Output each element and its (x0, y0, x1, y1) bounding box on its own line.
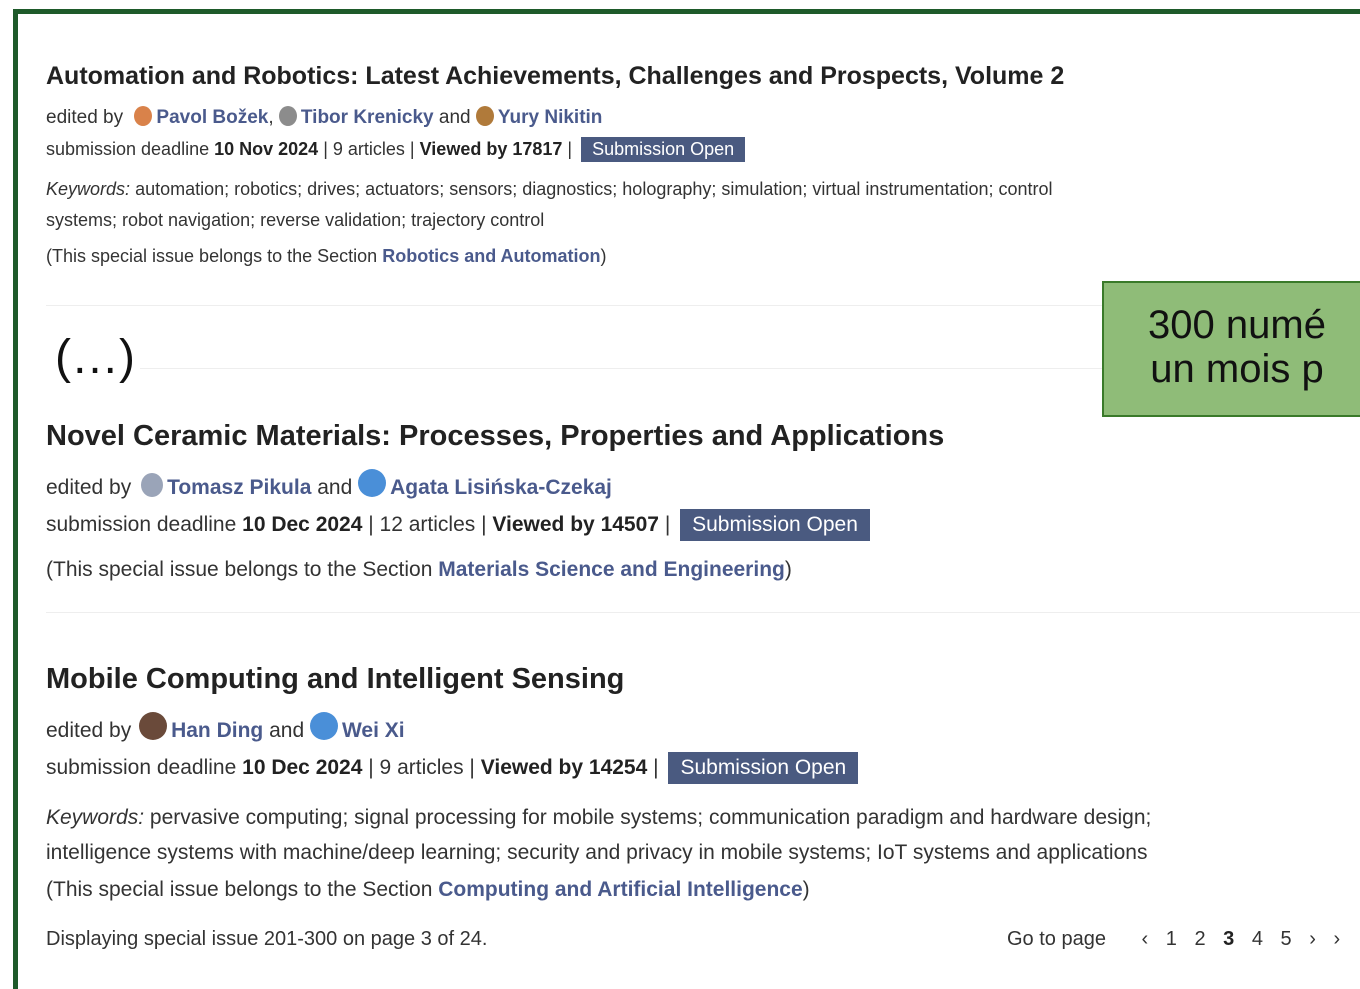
section-suffix: ) (784, 558, 792, 581)
issue-title[interactable]: Automation and Robotics: Latest Achievem… (46, 62, 1286, 91)
issue-title[interactable]: Novel Ceramic Materials: Processes, Prop… (46, 420, 1146, 453)
deadline-value: 10 Dec 2024 (242, 513, 363, 536)
edited-by-label: edited by (46, 107, 124, 128)
deadline-label: submission deadline (46, 756, 237, 779)
keywords: Keywords: pervasive computing; signal pr… (46, 800, 1336, 870)
separator: , (268, 107, 274, 128)
editor-avatar (141, 473, 164, 497)
page-link[interactable]: 2 (1194, 928, 1205, 950)
view-count: Viewed by 14507 (492, 513, 659, 536)
last-page-icon[interactable]: › (1333, 928, 1340, 950)
pagination: Go to page ‹ 1 2 3 4 5 › › (1007, 928, 1352, 951)
ellipsis-marker: (…) (55, 331, 135, 384)
edited-by-label: edited by (46, 719, 132, 742)
special-issue-2: Novel Ceramic Materials: Processes, Prop… (46, 420, 1146, 582)
divider (46, 612, 1360, 613)
separator: | (664, 513, 671, 536)
submission-open-badge[interactable]: Submission Open (581, 137, 746, 162)
deadline-label: submission deadline (46, 513, 237, 536)
article-count: | 12 articles | (368, 513, 487, 536)
editors-line: edited by Han Ding and Wei Xi (46, 712, 1336, 743)
callout-text: un mois p (1150, 347, 1324, 391)
editor-link[interactable]: Pavol Božek (156, 107, 268, 128)
keywords-text: automation; robotics; drives; actuators;… (135, 179, 1053, 199)
page-link[interactable]: 5 (1281, 928, 1292, 950)
submission-line: submission deadline 10 Nov 2024 | 9 arti… (46, 137, 1286, 162)
keywords: Keywords: automation; robotics; drives; … (46, 174, 1286, 236)
editor-link[interactable]: Wei Xi (342, 719, 405, 742)
edited-by-label: edited by (46, 476, 132, 499)
article-count: | 9 articles | (368, 756, 475, 779)
deadline-value: 10 Dec 2024 (242, 756, 363, 779)
section-link[interactable]: Robotics and Automation (382, 246, 600, 266)
go-to-page-label: Go to page (1007, 928, 1106, 950)
callout-text: 300 numé (1148, 303, 1326, 347)
editors-line: edited by Tomasz Pikula and Agata Lisińs… (46, 469, 1146, 500)
page-link[interactable]: 1 (1166, 928, 1177, 950)
annotation-callout: 300 numé un mois p (1102, 281, 1360, 417)
pagination-footer: Displaying special issue 201-300 on page… (46, 928, 487, 951)
view-count: Viewed by 17817 (419, 139, 563, 159)
section-prefix: (This special issue belongs to the Secti… (46, 878, 433, 901)
and-label: and (438, 107, 471, 128)
section-line: (This special issue belongs to the Secti… (46, 246, 1286, 267)
keywords-text: systems; robot navigation; reverse valid… (46, 210, 545, 230)
section-prefix: (This special issue belongs to the Secti… (46, 246, 378, 266)
view-count: Viewed by 14254 (480, 756, 648, 779)
editor-avatar (278, 106, 297, 126)
submission-open-badge[interactable]: Submission Open (680, 509, 870, 541)
section-suffix: ) (802, 878, 810, 901)
keywords-label: Keywords: (46, 806, 145, 829)
section-prefix: (This special issue belongs to the Secti… (46, 558, 433, 581)
and-label: and (269, 719, 305, 742)
editor-avatar (358, 469, 387, 497)
section-line: (This special issue belongs to the Secti… (46, 558, 1146, 582)
submission-line: submission deadline 10 Dec 2024 | 12 art… (46, 509, 1146, 541)
editors-line: edited by Pavol Božek, Tibor Krenicky an… (46, 106, 1286, 129)
article-count: | 9 articles | (323, 139, 415, 159)
issue-title[interactable]: Mobile Computing and Intelligent Sensing (46, 663, 1336, 696)
keywords-label: Keywords: (46, 179, 131, 199)
page-link[interactable]: 4 (1252, 928, 1263, 950)
keywords-text: pervasive computing; signal processing f… (149, 806, 1152, 829)
editor-link[interactable]: Yury Nikitin (498, 107, 603, 128)
editor-link[interactable]: Tibor Krenicky (301, 107, 434, 128)
editor-link[interactable]: Han Ding (171, 719, 263, 742)
deadline-value: 10 Nov 2024 (214, 139, 319, 159)
separator: | (653, 756, 659, 779)
keywords-text: intelligence systems with machine/deep l… (46, 841, 1148, 864)
section-suffix: ) (600, 246, 607, 266)
editor-avatar (134, 106, 153, 126)
section-line: (This special issue belongs to the Secti… (46, 878, 1336, 902)
deadline-label: submission deadline (46, 139, 210, 159)
special-issue-1: Automation and Robotics: Latest Achievem… (46, 62, 1286, 267)
display-range-text: Displaying special issue 201-300 on page… (46, 928, 488, 950)
section-link[interactable]: Materials Science and Engineering (438, 558, 785, 581)
editor-link[interactable]: Tomasz Pikula (167, 476, 311, 499)
editor-avatar (309, 712, 338, 740)
editor-avatar (139, 712, 168, 740)
and-label: and (317, 476, 353, 499)
submission-open-badge[interactable]: Submission Open (668, 752, 859, 784)
submission-line: submission deadline 10 Dec 2024 | 9 arti… (46, 752, 1336, 784)
special-issue-3: Mobile Computing and Intelligent Sensing… (46, 663, 1336, 902)
section-link[interactable]: Computing and Artificial Intelligence (438, 878, 802, 901)
next-page-icon[interactable]: › (1309, 928, 1316, 950)
editor-avatar (475, 106, 494, 126)
prev-page-icon[interactable]: ‹ (1142, 928, 1149, 950)
editor-link[interactable]: Agata Lisińska-Czekaj (390, 476, 612, 499)
separator: | (567, 139, 573, 159)
page-current[interactable]: 3 (1223, 928, 1234, 950)
